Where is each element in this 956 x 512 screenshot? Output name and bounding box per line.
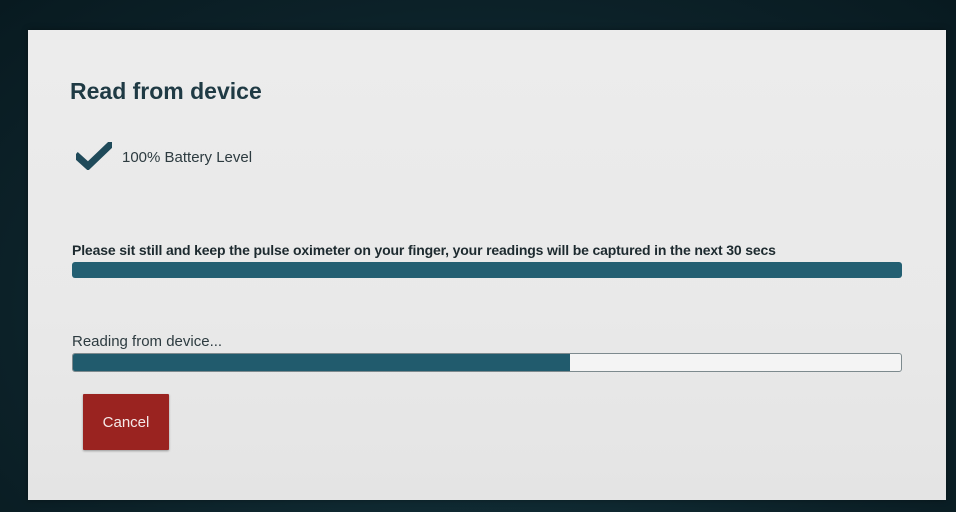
reading-progress-bar	[72, 353, 902, 372]
reading-progress-fill	[73, 354, 570, 371]
battery-level-text: 100% Battery Level	[122, 148, 253, 166]
capture-bar	[72, 262, 902, 278]
reading-status-label: Reading from device...	[72, 333, 223, 350]
check-icon	[73, 140, 115, 171]
app-screen: Read from device 100% Battery Level Plea…	[28, 30, 946, 500]
device-bezel: Read from device 100% Battery Level Plea…	[0, 0, 956, 512]
battery-status: 100% Battery Level	[73, 140, 253, 171]
instruction-text: Please sit still and keep the pulse oxim…	[72, 242, 776, 258]
cancel-button[interactable]: Cancel	[83, 394, 169, 450]
page-title: Read from device	[70, 78, 262, 104]
